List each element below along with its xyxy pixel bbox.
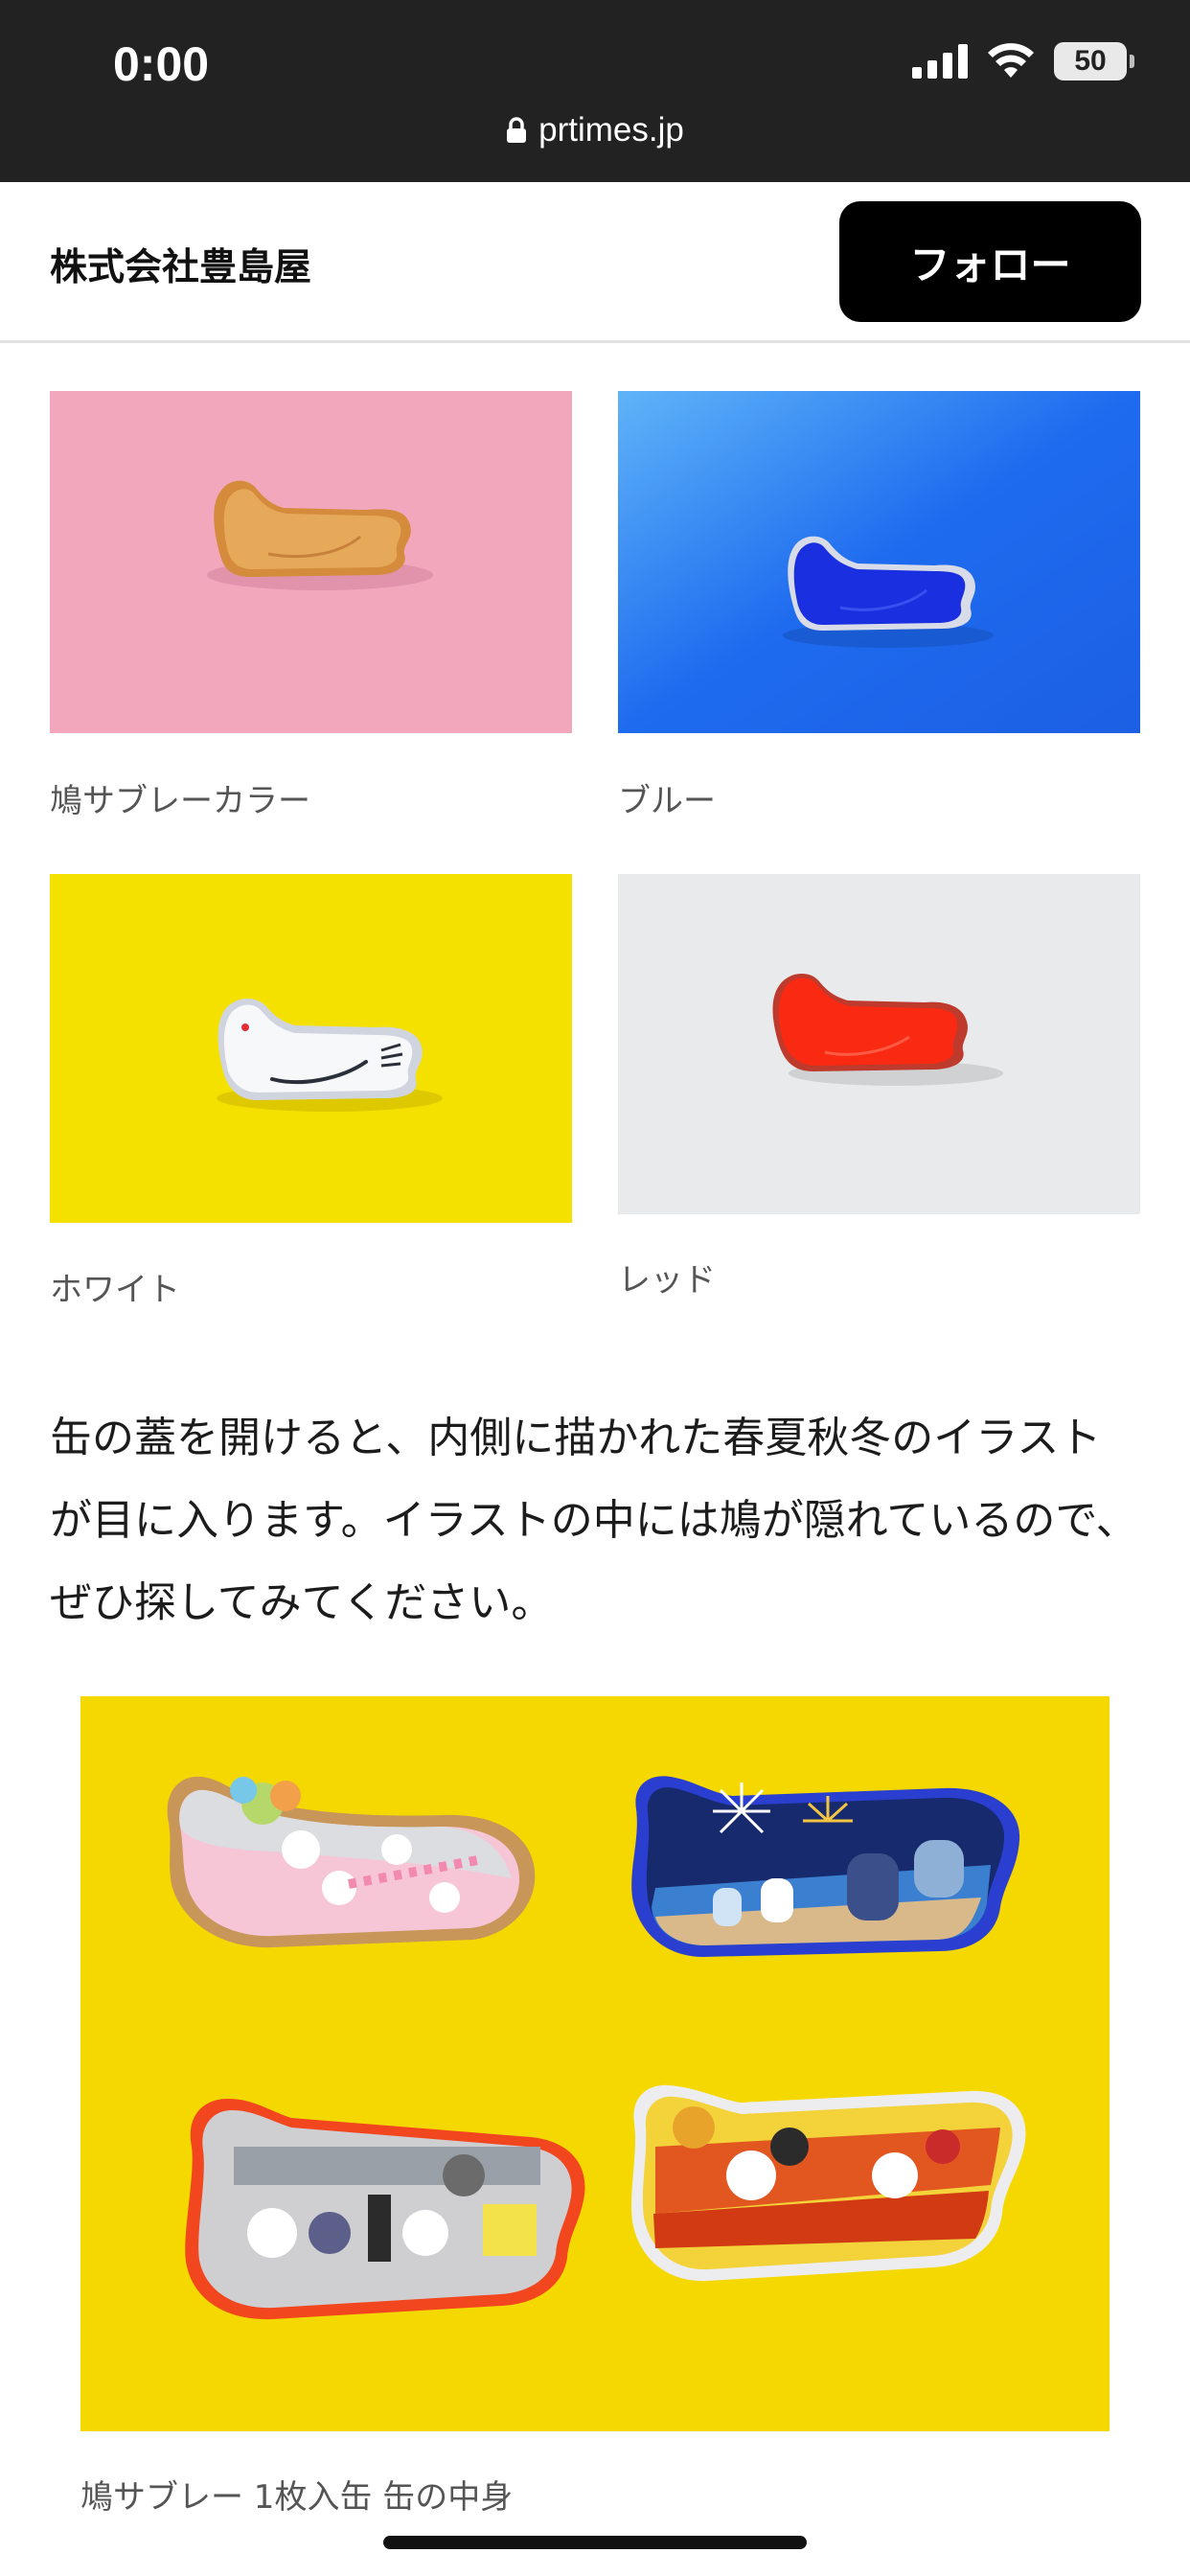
photo-red-tin[interactable] (618, 874, 1140, 1214)
orange-dove-tin-icon (50, 391, 572, 733)
cellular-signal-icon (912, 44, 968, 79)
photo-caption-contents: 鳩サブレー 1枚入缶 缶の中身 (80, 2478, 514, 2517)
follow-button[interactable]: フォロー (839, 201, 1141, 322)
photo-tin-contents[interactable] (80, 1696, 1110, 2431)
company-name[interactable]: 株式会社豊島屋 (50, 238, 311, 291)
photo-caption: レッド (618, 1261, 716, 1300)
battery-indicator: 50 (1054, 42, 1134, 80)
red-dove-tin-icon (618, 874, 1140, 1214)
photo-blue-tin[interactable] (618, 391, 1140, 733)
status-bar: 0:00 50 prtimes.jp (0, 0, 1190, 182)
home-indicator[interactable] (383, 2536, 807, 2549)
photo-orange-tin[interactable] (50, 391, 572, 733)
wifi-icon (988, 43, 1034, 78)
lock-icon (507, 117, 527, 143)
status-time: 0:00 (113, 37, 210, 91)
photo-caption: ホワイト (50, 1271, 180, 1309)
page-header: 株式会社豊島屋 フォロー (0, 182, 1190, 343)
article-paragraph: 缶の蓋を開けると、内側に描かれた春夏秋冬のイラストが目に入ります。イラストの中に… (50, 1414, 1138, 1627)
photo-caption: ブルー (618, 782, 716, 820)
white-dove-tin-icon (50, 874, 572, 1223)
blue-dove-tin-icon (618, 391, 1140, 733)
url-bar[interactable]: prtimes.jp (0, 111, 1190, 150)
status-icons: 50 (912, 42, 1134, 80)
url-text: prtimes.jp (538, 111, 684, 149)
photo-white-tin[interactable] (50, 874, 572, 1223)
photo-caption: 鳩サブレーカラー (50, 782, 310, 820)
open-tins-illustration-icon (80, 1696, 1110, 2431)
